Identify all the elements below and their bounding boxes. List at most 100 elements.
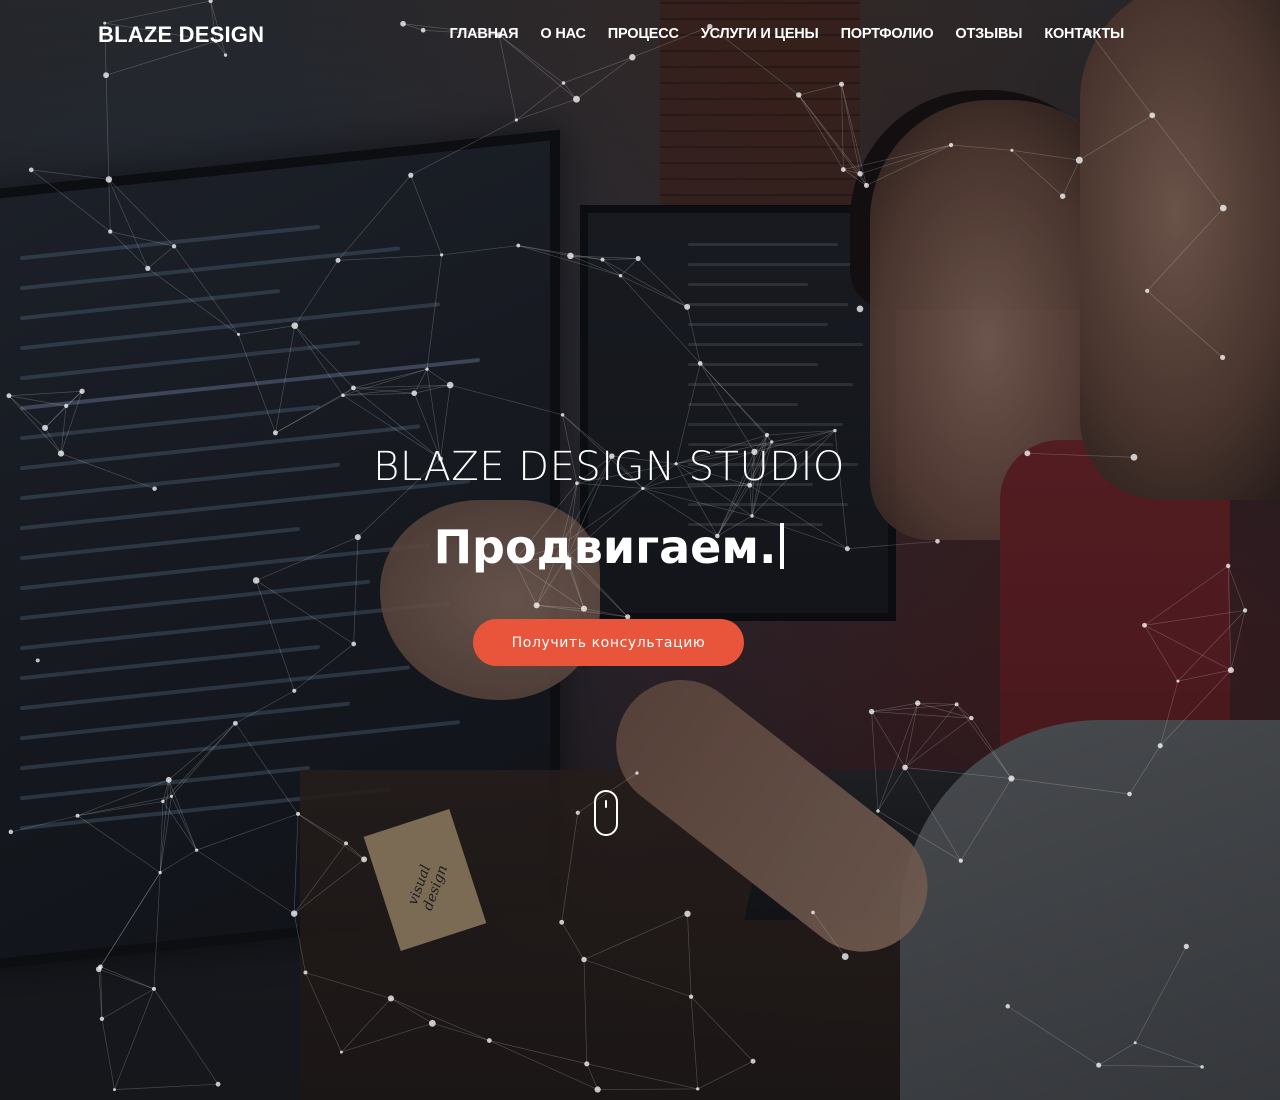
- nav-item-home[interactable]: ГЛАВНАЯ: [449, 26, 518, 42]
- network-node: [618, 273, 623, 278]
- network-node: [1225, 563, 1231, 569]
- network-node: [575, 810, 580, 815]
- network-node: [1127, 791, 1132, 797]
- network-node: [635, 256, 641, 262]
- network-line: [153, 872, 161, 989]
- network-line: [147, 268, 239, 335]
- network-line: [860, 144, 952, 175]
- network-line: [294, 643, 354, 692]
- network-line: [1135, 1042, 1203, 1068]
- network-line: [31, 169, 111, 232]
- hero-typed-text: Продвигаем.: [0, 520, 1218, 574]
- network-line: [108, 179, 111, 232]
- network-node: [560, 413, 565, 417]
- nav-item-reviews[interactable]: ОТЗЫВЫ: [955, 26, 1022, 42]
- network-line: [798, 83, 842, 96]
- network-line: [1227, 565, 1246, 611]
- network-line: [1177, 610, 1246, 682]
- nav-item-portfolio[interactable]: ПОРТФОЛИО: [841, 26, 934, 42]
- network-node: [165, 776, 172, 783]
- network-node: [594, 1086, 601, 1093]
- network-node: [169, 794, 174, 798]
- hero-section: visual design BLAZE DESIGN ГЛАВНАЯ О НАС…: [0, 0, 1280, 1100]
- network-node: [75, 813, 80, 818]
- network-node: [811, 910, 815, 915]
- network-line: [77, 800, 163, 817]
- network-node: [696, 1087, 700, 1091]
- network-node: [171, 244, 177, 249]
- network-line: [196, 813, 299, 851]
- network-line: [235, 690, 295, 724]
- network-line: [699, 363, 768, 436]
- network-line: [697, 1060, 754, 1090]
- network-node: [567, 252, 574, 260]
- network-line: [516, 82, 564, 121]
- network-line: [10, 815, 78, 833]
- network-line: [432, 1022, 490, 1041]
- network-line: [293, 913, 306, 973]
- network-node: [252, 577, 260, 584]
- network-node: [1133, 1041, 1137, 1045]
- network-node: [303, 970, 308, 975]
- network-line: [8, 395, 67, 407]
- network-line: [687, 913, 692, 997]
- network-node: [42, 424, 49, 431]
- network-node: [1220, 354, 1226, 361]
- network-node: [688, 994, 694, 999]
- nav-item-about[interactable]: О НАС: [540, 26, 586, 42]
- network-node: [446, 381, 454, 389]
- network-node: [581, 956, 587, 963]
- network-line: [597, 1088, 698, 1090]
- site-logo[interactable]: BLAZE DESIGN: [98, 22, 264, 48]
- typing-cursor: [780, 523, 785, 569]
- network-line: [337, 254, 442, 261]
- network-line: [77, 815, 161, 873]
- network-node: [954, 702, 959, 707]
- network-node: [6, 393, 12, 399]
- network-node: [1075, 156, 1083, 164]
- network-line: [238, 334, 276, 434]
- network-node: [1142, 622, 1147, 628]
- network-line: [168, 723, 236, 781]
- network-node: [561, 81, 566, 85]
- network-node: [351, 385, 356, 391]
- network-line: [1134, 946, 1187, 1043]
- network-node: [863, 182, 869, 188]
- scroll-down-mouse-icon[interactable]: [594, 790, 618, 836]
- network-line: [162, 801, 197, 851]
- network-line: [100, 966, 155, 990]
- network-line: [293, 813, 299, 914]
- network-line: [866, 144, 952, 186]
- network-line: [101, 988, 155, 1020]
- network-line: [904, 703, 919, 768]
- network-line: [410, 175, 442, 256]
- network-line: [871, 711, 972, 719]
- network-line: [690, 996, 699, 1089]
- network-line: [798, 94, 844, 170]
- network-line: [812, 912, 846, 957]
- network-node: [290, 910, 298, 917]
- network-line: [153, 988, 219, 1085]
- network-node: [428, 1019, 436, 1027]
- network-node: [1200, 1065, 1204, 1069]
- network-line: [101, 1018, 115, 1090]
- network-line: [917, 702, 957, 705]
- nav-item-contacts[interactable]: КОНТАКТЫ: [1044, 26, 1124, 42]
- network-line: [518, 245, 603, 260]
- network-node: [341, 393, 345, 398]
- network-line: [904, 704, 957, 768]
- network-line: [877, 702, 919, 812]
- nav-item-process[interactable]: ПРОЦЕСС: [608, 26, 679, 42]
- network-node: [514, 118, 518, 122]
- network-line: [841, 84, 861, 174]
- nav-item-services[interactable]: УСЛУГИ И ЦЕНЫ: [701, 26, 819, 42]
- network-line: [1230, 610, 1246, 671]
- network-node: [840, 167, 846, 172]
- network-line: [904, 767, 962, 861]
- network-node: [161, 799, 165, 804]
- network-line: [294, 325, 344, 396]
- network-node: [868, 708, 875, 715]
- network-line: [77, 795, 172, 817]
- consultation-button[interactable]: Получить консультацию: [473, 619, 744, 666]
- network-node: [236, 332, 241, 336]
